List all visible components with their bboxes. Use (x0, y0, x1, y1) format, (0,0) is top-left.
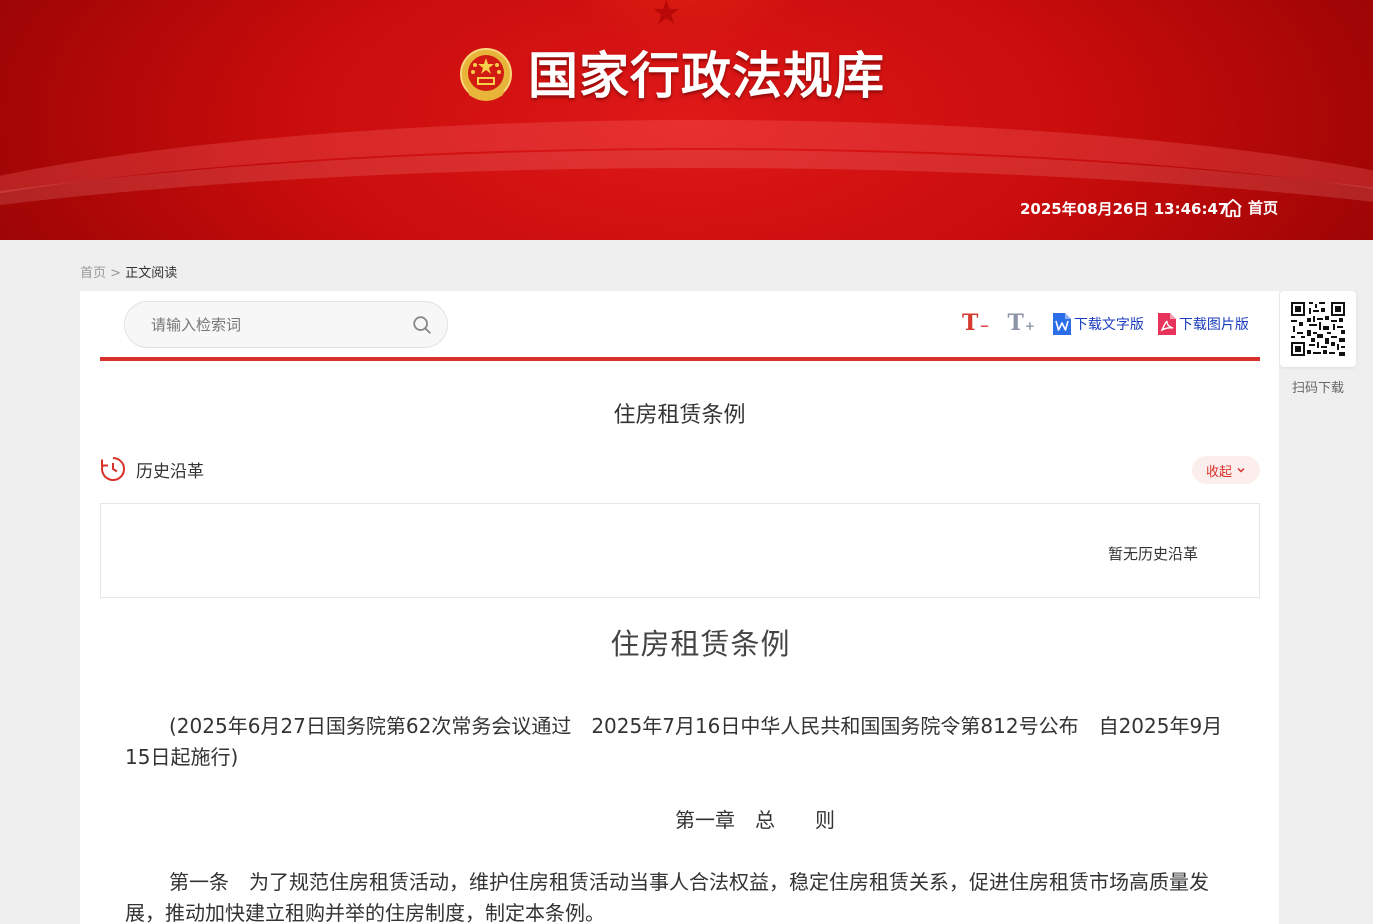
home-icon (1224, 198, 1242, 218)
history-panel: 暂无历史沿革 (100, 503, 1260, 598)
font-decrease-glyph: T (962, 309, 979, 336)
document-card: T− T+ 下载文字版 下载图片版 住房租赁条例 历史沿革 (80, 291, 1279, 924)
font-decrease-sign: − (979, 318, 990, 333)
history-label: 历史沿革 (136, 461, 204, 482)
document-main-title: 住房租赁条例 (610, 627, 791, 661)
download-text-label: 下载文字版 (1073, 317, 1144, 333)
word-document-icon (1052, 313, 1071, 335)
qr-code-button[interactable] (1280, 291, 1356, 367)
qr-code-icon (1291, 302, 1345, 356)
breadcrumb-current: 正文阅读 (125, 266, 178, 281)
chapter-heading: 第一章 总 则 (675, 808, 835, 832)
banner-decoration (546, 0, 826, 50)
header-banner: ★ 国家行政法规库 2025年08月26日 13:46:47 首页 (0, 0, 1373, 240)
history-clock-icon (101, 456, 125, 481)
search-box (124, 301, 448, 348)
collapse-label: 收起 (1205, 464, 1232, 480)
download-image-button[interactable]: 下载图片版 (1157, 313, 1249, 335)
history-empty-text: 暂无历史沿革 (1108, 545, 1199, 563)
document-meta: (2025年6月27日国务院第62次常务会议通过 2025年7月16日中华人民共… (125, 714, 1223, 769)
download-text-button[interactable]: 下载文字版 (1052, 313, 1144, 335)
star-icon: ★ (651, 0, 682, 33)
breadcrumb-home[interactable]: 首页 (80, 266, 106, 281)
search-input[interactable] (151, 315, 411, 334)
home-link[interactable]: 首页 (1222, 197, 1278, 219)
divider (100, 357, 1260, 361)
download-image-label: 下载图片版 (1178, 317, 1249, 333)
font-increase-button[interactable]: T+ (1007, 308, 1034, 341)
qr-code-label: 扫码下载 (1291, 381, 1344, 396)
search-icon[interactable] (411, 314, 433, 336)
banner-decoration (0, 120, 1373, 240)
site-title: 国家行政法规库 (528, 46, 885, 105)
chevron-down-icon (1237, 467, 1245, 473)
font-increase-sign: + (1024, 318, 1035, 333)
breadcrumb: 首页 > 正文阅读 (80, 262, 177, 281)
national-emblem-icon (460, 48, 512, 101)
font-decrease-button[interactable]: T− (962, 308, 989, 341)
document-title: 住房租赁条例 (613, 403, 746, 428)
font-increase-glyph: T (1007, 309, 1024, 336)
toolbar: T− T+ 下载文字版 下载图片版 (962, 309, 1263, 339)
history-header: 历史沿革 (100, 456, 204, 482)
current-datetime: 2025年08月26日 13:46:47 (1020, 200, 1229, 218)
home-link-label: 首页 (1248, 199, 1279, 217)
breadcrumb-separator: > (106, 266, 126, 281)
collapse-button[interactable]: 收起 (1192, 456, 1260, 484)
pdf-document-icon (1157, 313, 1176, 335)
article-paragraph: 第一条 为了规范住房租赁活动，维护住房租赁活动当事人合法权益，稳定住房租赁关系，… (125, 870, 1209, 924)
